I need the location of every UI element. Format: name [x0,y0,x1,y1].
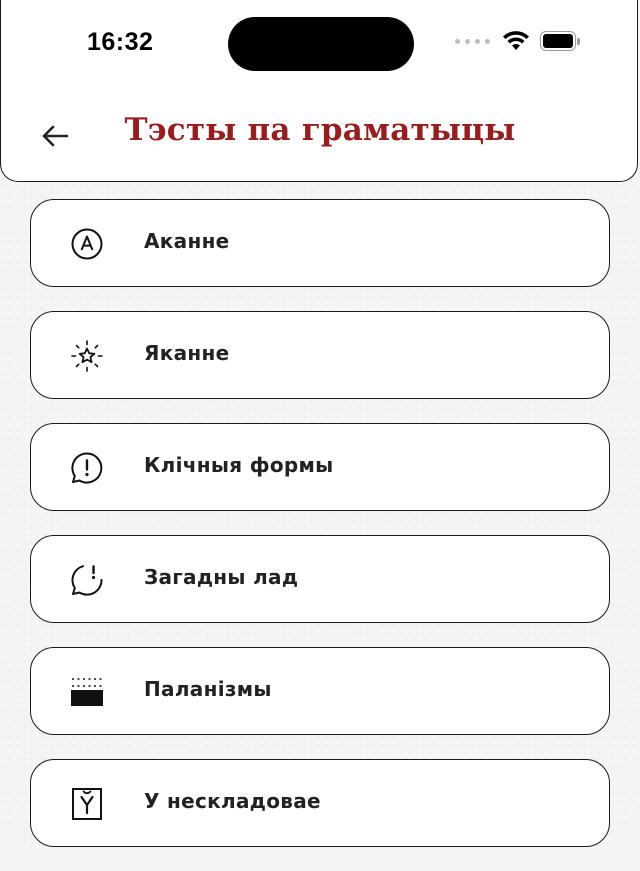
list-item-palanizmy[interactable]: Паланізмы [30,647,610,735]
list-item-label: Яканне [144,341,230,365]
test-list: Аканне Яканне Клічныя формы Загадны лад … [30,199,610,871]
dynamic-island [228,17,414,71]
signal-dots-icon [455,38,490,44]
list-item-label: Паланізмы [144,677,272,701]
speech-bubble-exclamation-icon [69,450,105,486]
page-title: Тэсты па граматыцы [124,112,516,148]
list-item-u-neskladovae[interactable]: У нескладовае [30,759,610,847]
list-item-akanne[interactable]: Аканне [30,199,610,287]
sparkle-star-icon [69,338,105,374]
list-item-label: Загадны лад [144,565,299,589]
status-time: 16:32 [87,28,154,56]
speech-bubble-partial-icon [69,562,105,598]
list-item-zagadny-lad[interactable]: Загадны лад [30,535,610,623]
battery-icon [540,31,580,51]
list-item-label: Аканне [144,229,230,253]
letter-u-short-box-icon [69,786,105,822]
dotted-block-icon [69,674,105,710]
list-item-label: У нескладовае [144,789,321,813]
list-item-klichnyya-formy[interactable]: Клічныя формы [30,423,610,511]
status-indicators [455,30,580,52]
app-header: 16:32 Тэсты па граматыцы [0,0,638,182]
list-item-yakanne[interactable]: Яканне [30,311,610,399]
wifi-icon [503,31,529,50]
list-item-label: Клічныя формы [144,453,334,477]
letter-a-circle-icon [69,226,105,262]
